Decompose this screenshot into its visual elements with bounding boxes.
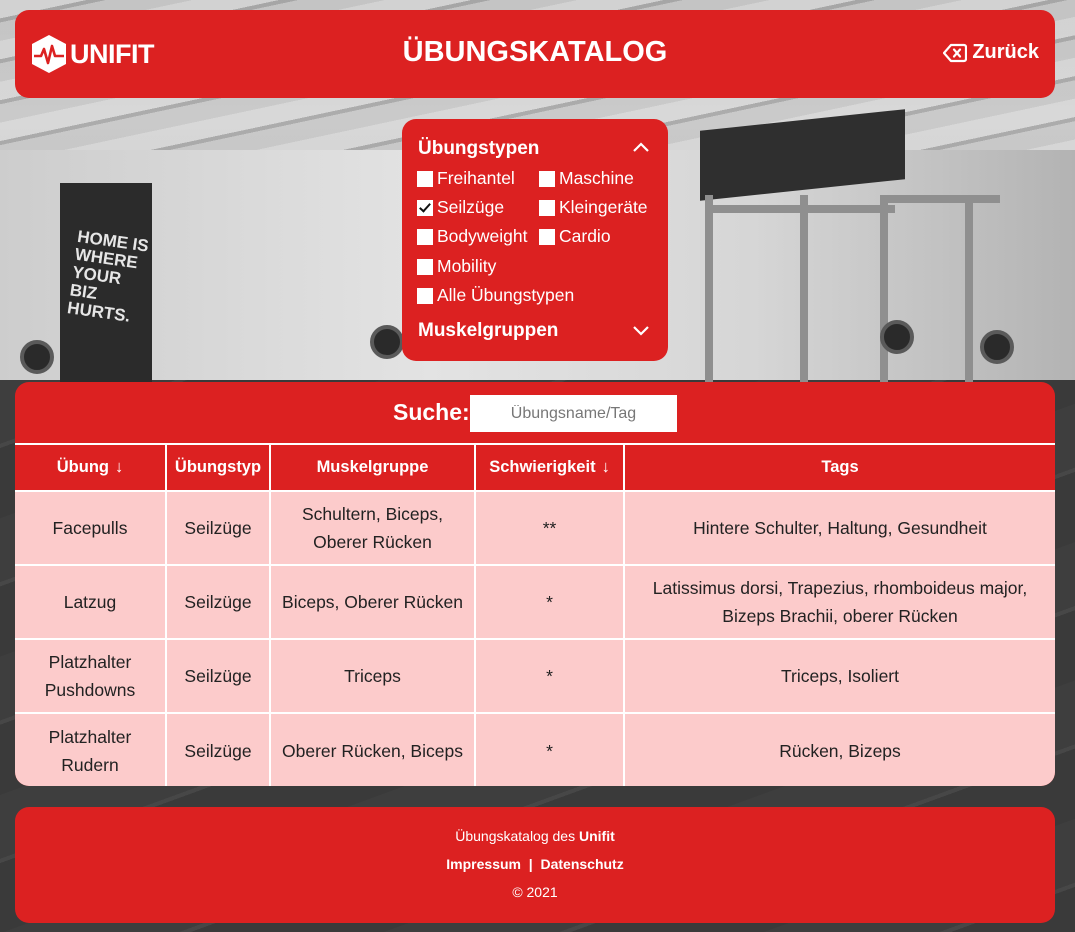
footer-credit: Übungskatalog des Unifit: [15, 828, 1055, 844]
bodyweight-checkbox[interactable]: [417, 228, 433, 245]
filter-alle-uebungstypen[interactable]: Alle Übungstypen: [417, 285, 574, 306]
freihantel-label: Freihantel: [437, 168, 515, 188]
kleingeraete-label: Kleingeräte: [559, 197, 648, 217]
mobility-checkbox[interactable]: [417, 258, 433, 275]
footer-separator: |: [528, 856, 533, 872]
impressum-link[interactable]: Impressum: [446, 856, 521, 872]
back-button[interactable]: Zurück: [943, 41, 1039, 64]
cardio-label: Cardio: [559, 226, 611, 246]
maschine-label: Maschine: [559, 168, 634, 188]
alle-uebungstypen-checkbox[interactable]: [417, 287, 433, 304]
kleingeraete-checkbox[interactable]: [539, 199, 555, 216]
cell-tags: Rücken, Bizeps: [623, 712, 1055, 786]
datenschutz-link[interactable]: Datenschutz: [540, 856, 623, 872]
column-header-uebung[interactable]: Übung ↓: [15, 443, 167, 492]
exercise-table-panel: Suche: Übung↓ Übungstyp Muskelgruppe Sch…: [15, 382, 1055, 786]
filter-panel: Übungstypen Freihantel Maschine Seilzüge…: [402, 119, 668, 361]
cell-uebung: Latzug: [15, 564, 167, 640]
cardio-checkbox[interactable]: [539, 228, 555, 245]
cell-tags: Hintere Schulter, Haltung, Gesundheit: [623, 490, 1055, 566]
cell-uebung: Platzhalter Rudern: [15, 712, 167, 786]
footer-links: Impressum | Datenschutz: [15, 856, 1055, 872]
search-input[interactable]: [470, 395, 677, 432]
filter-freihantel[interactable]: Freihantel: [417, 168, 515, 189]
cell-uebungstyp: Seilzüge: [165, 564, 271, 640]
search-label: Suche:: [393, 399, 470, 425]
filter-maschine[interactable]: Maschine: [539, 168, 634, 189]
cell-uebung: Facepulls: [15, 490, 167, 566]
backspace-icon: [943, 43, 968, 62]
table-row[interactable]: Latzug Seilzüge Biceps, Oberer Rücken * …: [15, 564, 1055, 640]
seilzuege-label: Seilzüge: [437, 197, 505, 217]
cell-tags: Latissimus dorsi, Trapezius, rhomboideus…: [623, 564, 1055, 640]
cell-muskelgruppe: Biceps, Oberer Rücken: [269, 564, 476, 640]
cell-schwierigkeit: *: [474, 638, 625, 714]
filter-seilzuege[interactable]: Seilzüge: [417, 197, 504, 218]
column-header-uebungstyp[interactable]: Übungstyp: [165, 443, 271, 492]
bodyweight-label: Bodyweight: [437, 226, 528, 246]
page-title: ÜBUNGSKATALOG: [402, 36, 668, 68]
table-row[interactable]: Platzhalter Rudern Seilzüge Oberer Rücke…: [15, 712, 1055, 786]
cell-uebung: Platzhalter Pushdowns: [15, 638, 167, 714]
cell-muskelgruppe: Schultern, Biceps, Oberer Rücken: [269, 490, 476, 566]
cell-schwierigkeit: **: [474, 490, 625, 566]
filter-cardio[interactable]: Cardio: [539, 226, 611, 247]
seilzuege-checkbox[interactable]: [417, 199, 433, 216]
filter-mobility[interactable]: Mobility: [417, 256, 496, 277]
column-header-muskelgruppe[interactable]: Muskelgruppe: [269, 443, 476, 492]
exercise-types-heading[interactable]: Übungstypen: [418, 138, 539, 160]
cell-schwierigkeit: *: [474, 564, 625, 640]
cell-uebungstyp: Seilzüge: [165, 712, 271, 786]
alle-uebungstypen-label: Alle Übungstypen: [437, 285, 575, 305]
banner-text: HOME IS WHERE YOUR BIZ HURTS.: [66, 226, 150, 326]
cell-schwierigkeit: *: [474, 712, 625, 786]
table-header-row: Übung ↓ Übungstyp Muskelgruppe Schwierigk…: [15, 443, 1055, 492]
chevron-down-icon[interactable]: [632, 324, 650, 336]
column-header-tags[interactable]: Tags: [623, 443, 1055, 492]
sort-arrow-icon[interactable]: ↓: [115, 458, 123, 476]
freihantel-checkbox[interactable]: [417, 170, 433, 187]
table-row[interactable]: Platzhalter Pushdowns Seilzüge Triceps *…: [15, 638, 1055, 714]
cell-muskelgruppe: Oberer Rücken, Biceps: [269, 712, 476, 786]
cell-uebungstyp: Seilzüge: [165, 638, 271, 714]
footer-brand: Unifit: [579, 828, 615, 844]
footer-text: Übungskatalog des: [455, 828, 576, 844]
filter-bodyweight[interactable]: Bodyweight: [417, 226, 527, 247]
footer-copyright: © 2021: [512, 884, 558, 900]
chevron-up-icon[interactable]: [632, 141, 650, 153]
maschine-checkbox[interactable]: [539, 170, 555, 187]
exercise-table: Übung ↓ Übungstyp Muskelgruppe Schwierigk…: [15, 443, 1055, 786]
back-label: Zurück: [972, 41, 1039, 63]
filter-kleingeraete[interactable]: Kleingeräte: [539, 197, 648, 218]
cell-tags: Triceps, Isoliert: [623, 638, 1055, 714]
table-row[interactable]: Facepulls Seilzüge Schultern, Biceps, Ob…: [15, 490, 1055, 566]
mobility-label: Mobility: [437, 256, 497, 276]
header-bar: UNIFIT ÜBUNGSKATALOG Zurück: [15, 10, 1055, 98]
muscle-groups-heading[interactable]: Muskelgruppen: [418, 320, 558, 342]
footer: Übungskatalog des Unifit Impressum | Dat…: [15, 807, 1055, 923]
cell-muskelgruppe: Triceps: [269, 638, 476, 714]
column-header-schwierigkeit[interactable]: Schwierigkeit ↓: [474, 443, 625, 492]
cell-uebungstyp: Seilzüge: [165, 490, 271, 566]
sort-arrow-icon[interactable]: ↓: [602, 458, 610, 476]
